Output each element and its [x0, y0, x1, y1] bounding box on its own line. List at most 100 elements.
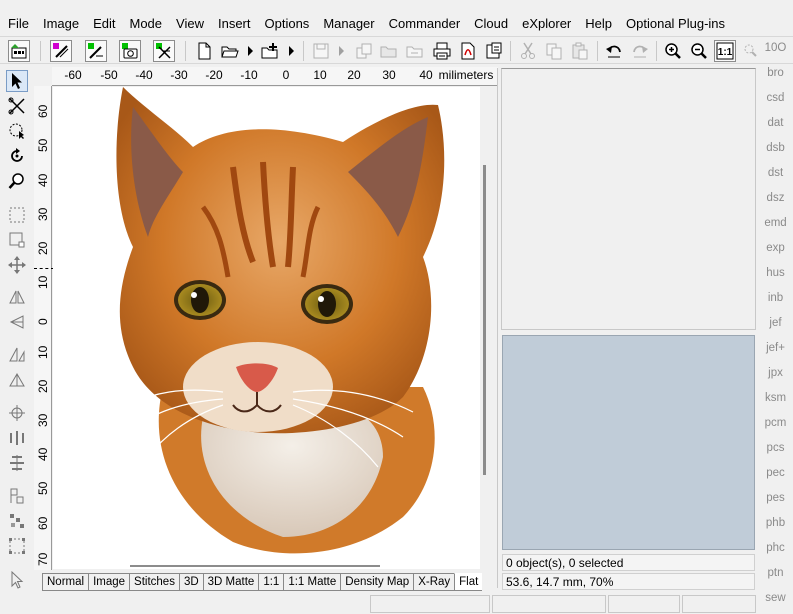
export-icon[interactable]: [483, 40, 505, 62]
menu-explorer[interactable]: eXplorer: [515, 14, 578, 34]
skew-icon[interactable]: [6, 344, 28, 366]
canvas-vertical-scrollbar[interactable]: [483, 165, 486, 475]
paste-icon[interactable]: [569, 40, 591, 62]
print-icon[interactable]: [431, 40, 453, 62]
brush-icon[interactable]: [50, 40, 72, 62]
cut-icon[interactable]: [517, 40, 539, 62]
rotate-icon[interactable]: [6, 145, 28, 167]
panel-splitter[interactable]: [497, 68, 499, 588]
format-item[interactable]: phb: [758, 517, 793, 529]
pdf-icon[interactable]: [457, 40, 479, 62]
menu-optional-plugins[interactable]: Optional Plug-ins: [619, 14, 732, 34]
format-item[interactable]: bro: [758, 67, 793, 79]
format-item[interactable]: jpx: [758, 367, 793, 379]
insert-icon[interactable]: [259, 40, 281, 62]
zoom-out-icon[interactable]: [688, 40, 710, 62]
tab-1-1[interactable]: 1:1: [258, 574, 284, 591]
format-item[interactable]: ksm: [758, 392, 793, 404]
frame-icon[interactable]: [6, 535, 28, 557]
save-dropdown-arrow[interactable]: [339, 46, 344, 56]
save-icon[interactable]: [310, 40, 332, 62]
menu-options[interactable]: Options: [258, 14, 317, 34]
menu-commander[interactable]: Commander: [382, 14, 468, 34]
distribute-h-icon[interactable]: [6, 427, 28, 449]
browse-icon[interactable]: [8, 40, 30, 62]
undo-icon[interactable]: [603, 40, 625, 62]
menu-file[interactable]: File: [0, 14, 36, 34]
scissors-icon[interactable]: [153, 40, 175, 62]
rect-select-icon[interactable]: [6, 204, 28, 226]
format-item[interactable]: pes: [758, 492, 793, 504]
distribute-v-icon[interactable]: [6, 452, 28, 474]
format-item[interactable]: dsb: [758, 142, 793, 154]
insert-dropdown-arrow[interactable]: [289, 46, 294, 56]
format-item[interactable]: exp: [758, 242, 793, 254]
open-folder-icon[interactable]: [219, 40, 241, 62]
lasso-icon[interactable]: [6, 95, 28, 117]
move-icon[interactable]: [6, 254, 28, 276]
tab-3d[interactable]: 3D: [178, 574, 203, 591]
format-item[interactable]: pcm: [758, 417, 793, 429]
menu-edit[interactable]: Edit: [86, 14, 122, 34]
magnifier-icon[interactable]: [6, 170, 28, 192]
flip-vertical-icon[interactable]: [6, 286, 28, 308]
redo-icon[interactable]: [629, 40, 651, 62]
menu-help[interactable]: Help: [578, 14, 619, 34]
canvas-horizontal-scrollbar[interactable]: [130, 565, 380, 567]
ruler-tick-label: 50: [36, 481, 50, 495]
crop-icon[interactable]: [6, 229, 28, 251]
move-to-icon[interactable]: [378, 40, 400, 62]
zoom-in-icon[interactable]: [662, 40, 684, 62]
copy-to-icon[interactable]: [353, 40, 375, 62]
actual-size-icon[interactable]: 1:1: [714, 40, 736, 62]
design-canvas[interactable]: [53, 87, 480, 569]
folder-icon[interactable]: [404, 40, 426, 62]
tab-x-ray[interactable]: X-Ray: [413, 574, 455, 591]
format-item[interactable]: dat: [758, 117, 793, 129]
tab-3d-matte[interactable]: 3D Matte: [202, 574, 259, 591]
menu-view[interactable]: View: [169, 14, 211, 34]
menu-mode[interactable]: Mode: [123, 14, 170, 34]
format-item[interactable]: pec: [758, 467, 793, 479]
magic-wand-icon[interactable]: [85, 40, 107, 62]
select-arrow-icon[interactable]: [6, 70, 28, 92]
format-item[interactable]: dst: [758, 167, 793, 179]
camera-icon[interactable]: [119, 40, 141, 62]
ruler-tick-label: 10: [36, 275, 50, 289]
flip-horizontal-icon[interactable]: [6, 311, 28, 333]
pointer-icon[interactable]: [6, 569, 28, 591]
format-item[interactable]: jef: [758, 317, 793, 329]
format-item[interactable]: dsz: [758, 192, 793, 204]
menu-insert[interactable]: Insert: [211, 14, 258, 34]
format-item[interactable]: inb: [758, 292, 793, 304]
format-item[interactable]: 10O: [758, 42, 793, 54]
format-item[interactable]: jef+: [758, 342, 793, 354]
ruler-tick-label: 10: [313, 68, 327, 82]
toolbar-separator: [510, 41, 511, 61]
tab-image[interactable]: Image: [88, 574, 130, 591]
perspective-icon[interactable]: [6, 369, 28, 391]
freehand-select-icon[interactable]: [6, 120, 28, 142]
ruler-cursor-marker: [34, 268, 54, 269]
tab-1-1-matte[interactable]: 1:1 Matte: [283, 574, 341, 591]
format-item[interactable]: pcs: [758, 442, 793, 454]
menu-cloud[interactable]: Cloud: [467, 14, 515, 34]
open-dropdown-arrow[interactable]: [248, 46, 253, 56]
center-icon[interactable]: [6, 402, 28, 424]
align-icon[interactable]: [6, 485, 28, 507]
format-item[interactable]: csd: [758, 92, 793, 104]
menu-image[interactable]: Image: [36, 14, 86, 34]
tab-flat[interactable]: Flat: [454, 573, 483, 591]
cat-embroidery-image: [116, 87, 445, 554]
menu-manager[interactable]: Manager: [316, 14, 381, 34]
copy-icon[interactable]: [543, 40, 565, 62]
format-item[interactable]: emd: [758, 217, 793, 229]
tab-normal[interactable]: Normal: [42, 574, 89, 591]
format-item[interactable]: ptn: [758, 567, 793, 579]
tab-density-map[interactable]: Density Map: [340, 574, 414, 591]
tab-stitches[interactable]: Stitches: [129, 574, 179, 591]
scatter-icon[interactable]: [6, 510, 28, 532]
new-document-icon[interactable]: [193, 40, 215, 62]
format-item[interactable]: hus: [758, 267, 793, 279]
format-item[interactable]: phc: [758, 542, 793, 554]
